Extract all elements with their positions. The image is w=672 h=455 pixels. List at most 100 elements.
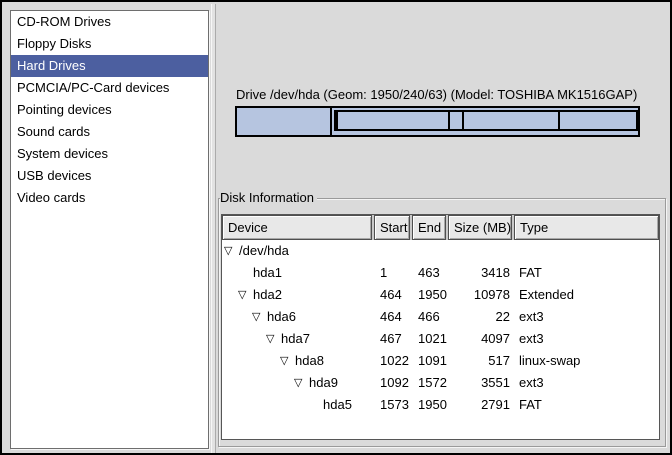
type-cell: ext3: [514, 306, 659, 328]
device-name: hda9: [308, 372, 338, 394]
table-row-hda7[interactable]: ▽ hda7 467 1021 4097 ext3: [222, 328, 659, 350]
sidebar-item-hard-drives[interactable]: Hard Drives: [11, 55, 208, 77]
end-cell: 463: [412, 262, 448, 284]
table-row-hda6[interactable]: ▽ hda6 464 466 22 ext3: [222, 306, 659, 328]
size-cell: 22: [448, 306, 514, 328]
device-cell: ▽ hda8: [222, 350, 374, 372]
table-row-hda2[interactable]: ▽ hda2 464 1950 10978 Extended: [222, 284, 659, 306]
partition-segment-hda9: [464, 112, 561, 129]
expander-icon[interactable]: ▽: [280, 350, 294, 372]
partition-segment-hda1: [237, 108, 332, 135]
device-name: hda8: [294, 350, 324, 372]
table-row-hda8[interactable]: ▽ hda8 1022 1091 517 linux-swap: [222, 350, 659, 372]
start-cell: 1: [374, 262, 412, 284]
tree-indent: [222, 273, 238, 274]
sidebar-item-pointing-devices[interactable]: Pointing devices: [11, 99, 208, 121]
expander-icon[interactable]: ▽: [224, 240, 238, 262]
sidebar-item-label: Floppy Disks: [17, 36, 91, 51]
start-cell: 1022: [374, 350, 412, 372]
table-header-row: Device Start End Size (MB) Type: [222, 215, 659, 240]
end-cell: 1091: [412, 350, 448, 372]
device-cell: ▽ hda9: [222, 372, 374, 394]
device-cell: ▽ hda2: [222, 284, 374, 306]
device-category-list[interactable]: CD-ROM Drives Floppy Disks Hard Drives P…: [10, 10, 209, 449]
start-cell: 464: [374, 306, 412, 328]
sidebar-item-cd-rom-drives[interactable]: CD-ROM Drives: [11, 11, 208, 33]
end-cell: 1950: [412, 284, 448, 306]
partition-segment-hda8: [450, 112, 464, 129]
column-header-start[interactable]: Start: [374, 215, 410, 240]
device-name: /dev/hda: [238, 240, 289, 262]
device-cell: hda5: [222, 394, 374, 416]
sidebar-item-label: Video cards: [17, 190, 85, 205]
sidebar-item-pcmcia-pc-card-devices[interactable]: PCMCIA/PC-Card devices: [11, 77, 208, 99]
size-cell: 10978: [448, 284, 514, 306]
tree-indent: [222, 339, 266, 340]
end-cell: 466: [412, 306, 448, 328]
column-header-type[interactable]: Type: [514, 215, 659, 240]
table-row-hda5[interactable]: hda5 1573 1950 2791 FAT: [222, 394, 659, 416]
device-name: hda5: [322, 394, 352, 416]
table-row-hda1[interactable]: hda1 1 463 3418 FAT: [222, 262, 659, 284]
pane-divider[interactable]: [211, 4, 216, 455]
tree-indent: [222, 317, 252, 318]
type-cell: [514, 240, 659, 262]
expander-icon[interactable]: ▽: [294, 372, 308, 394]
table-row--dev-hda[interactable]: ▽ /dev/hda: [222, 240, 659, 262]
sidebar-item-sound-cards[interactable]: Sound cards: [11, 121, 208, 143]
end-cell: [412, 240, 448, 262]
start-cell: 464: [374, 284, 412, 306]
device-cell: ▽ /dev/hda: [222, 240, 374, 262]
sidebar-item-label: Sound cards: [17, 124, 90, 139]
tree-indent: [222, 295, 238, 296]
column-header-size[interactable]: Size (MB): [448, 215, 512, 240]
device-name: hda1: [252, 262, 282, 284]
size-cell: [448, 240, 514, 262]
disk-information-table: Device Start End Size (MB) Type ▽ /dev/h…: [221, 214, 660, 440]
end-cell: 1572: [412, 372, 448, 394]
size-cell: 3418: [448, 262, 514, 284]
tree-indent: [222, 383, 294, 384]
type-cell: ext3: [514, 372, 659, 394]
sidebar-item-label: System devices: [17, 146, 108, 161]
partition-segment-hda2: [334, 110, 638, 131]
partition-segment-hda5: [560, 112, 636, 129]
sidebar-item-floppy-disks[interactable]: Floppy Disks: [11, 33, 208, 55]
column-header-end[interactable]: End: [412, 215, 446, 240]
sidebar-item-label: Hard Drives: [17, 58, 86, 73]
expander-icon[interactable]: ▽: [252, 306, 266, 328]
start-cell: 467: [374, 328, 412, 350]
expander-icon[interactable]: ▽: [266, 328, 280, 350]
table-row-hda9[interactable]: ▽ hda9 1092 1572 3551 ext3: [222, 372, 659, 394]
tree-indent: [222, 405, 308, 406]
partition-bar: [235, 106, 640, 137]
type-cell: Extended: [514, 284, 659, 306]
column-header-device[interactable]: Device: [222, 215, 372, 240]
start-cell: [374, 240, 412, 262]
size-cell: 2791: [448, 394, 514, 416]
size-cell: 4097: [448, 328, 514, 350]
type-cell: FAT: [514, 262, 659, 284]
sidebar-item-label: USB devices: [17, 168, 91, 183]
sidebar-item-label: Pointing devices: [17, 102, 112, 117]
device-name: hda6: [266, 306, 296, 328]
drive-description-label: Drive /dev/hda (Geom: 1950/240/63) (Mode…: [236, 87, 637, 102]
sidebar-item-label: CD-ROM Drives: [17, 14, 111, 29]
size-cell: 3551: [448, 372, 514, 394]
type-cell: FAT: [514, 394, 659, 416]
sidebar-item-usb-devices[interactable]: USB devices: [11, 165, 208, 187]
sidebar-item-video-cards[interactable]: Video cards: [11, 187, 208, 209]
device-name: hda2: [252, 284, 282, 306]
extended-partition-area: [332, 108, 638, 135]
expander-icon[interactable]: ▽: [238, 284, 252, 306]
table-body: ▽ /dev/hda hda1 1 463 3418 FAT ▽ hda2 46…: [222, 240, 659, 416]
type-cell: linux-swap: [514, 350, 659, 372]
end-cell: 1021: [412, 328, 448, 350]
start-cell: 1092: [374, 372, 412, 394]
size-cell: 517: [448, 350, 514, 372]
disk-information-label: Disk Information: [220, 190, 317, 205]
tree-indent: [222, 361, 280, 362]
type-cell: ext3: [514, 328, 659, 350]
sidebar-item-system-devices[interactable]: System devices: [11, 143, 208, 165]
hardware-browser-window: CD-ROM Drives Floppy Disks Hard Drives P…: [0, 0, 672, 455]
